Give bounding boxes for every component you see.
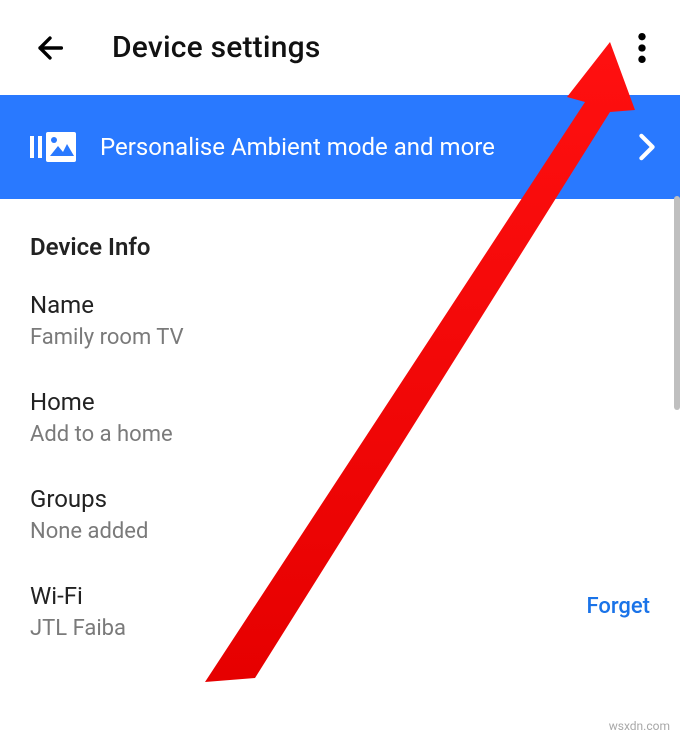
row-home-value: Add to a home xyxy=(30,422,173,447)
row-name[interactable]: Name Family room TV xyxy=(0,271,680,368)
more-vert-icon[interactable] xyxy=(622,28,662,68)
scrollbar-thumb[interactable] xyxy=(674,196,680,410)
ambient-mode-banner[interactable]: Personalise Ambient mode and more xyxy=(0,95,680,199)
row-groups[interactable]: Groups None added xyxy=(0,465,680,562)
device-info-heading: Device Info xyxy=(0,199,680,271)
row-groups-value: None added xyxy=(30,519,148,544)
page-title: Device settings xyxy=(112,30,622,65)
ambient-image-icon xyxy=(30,132,76,162)
row-wifi[interactable]: Wi-Fi JTL Faiba Forget xyxy=(0,562,680,659)
ambient-banner-text: Personalise Ambient mode and more xyxy=(100,133,632,161)
back-arrow-icon[interactable] xyxy=(30,28,70,68)
watermark-text: wsxdn.com xyxy=(609,719,670,733)
row-home-label: Home xyxy=(30,388,173,416)
row-name-value: Family room TV xyxy=(30,325,184,350)
row-wifi-label: Wi-Fi xyxy=(30,582,126,610)
app-header: Device settings xyxy=(0,0,680,95)
row-home[interactable]: Home Add to a home xyxy=(0,368,680,465)
row-wifi-value: JTL Faiba xyxy=(30,616,126,641)
row-name-label: Name xyxy=(30,291,184,319)
chevron-right-icon xyxy=(632,133,662,161)
row-groups-label: Groups xyxy=(30,485,148,513)
wifi-forget-button[interactable]: Forget xyxy=(586,582,650,619)
